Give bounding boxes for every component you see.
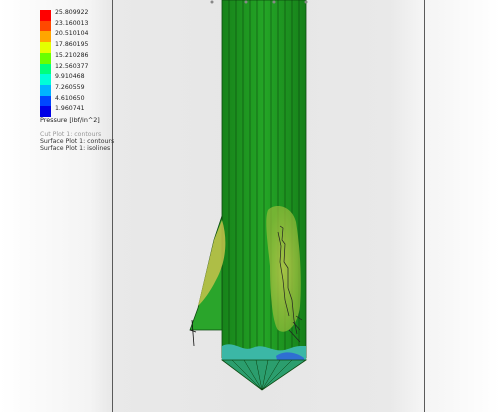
cfd-model-render[interactable]: [0, 0, 500, 412]
graphics-viewport[interactable]: 25.809922 23.160013 20.510104 17.860195 15.2…: [0, 0, 500, 412]
shaft-cone: [220, 359, 308, 391]
